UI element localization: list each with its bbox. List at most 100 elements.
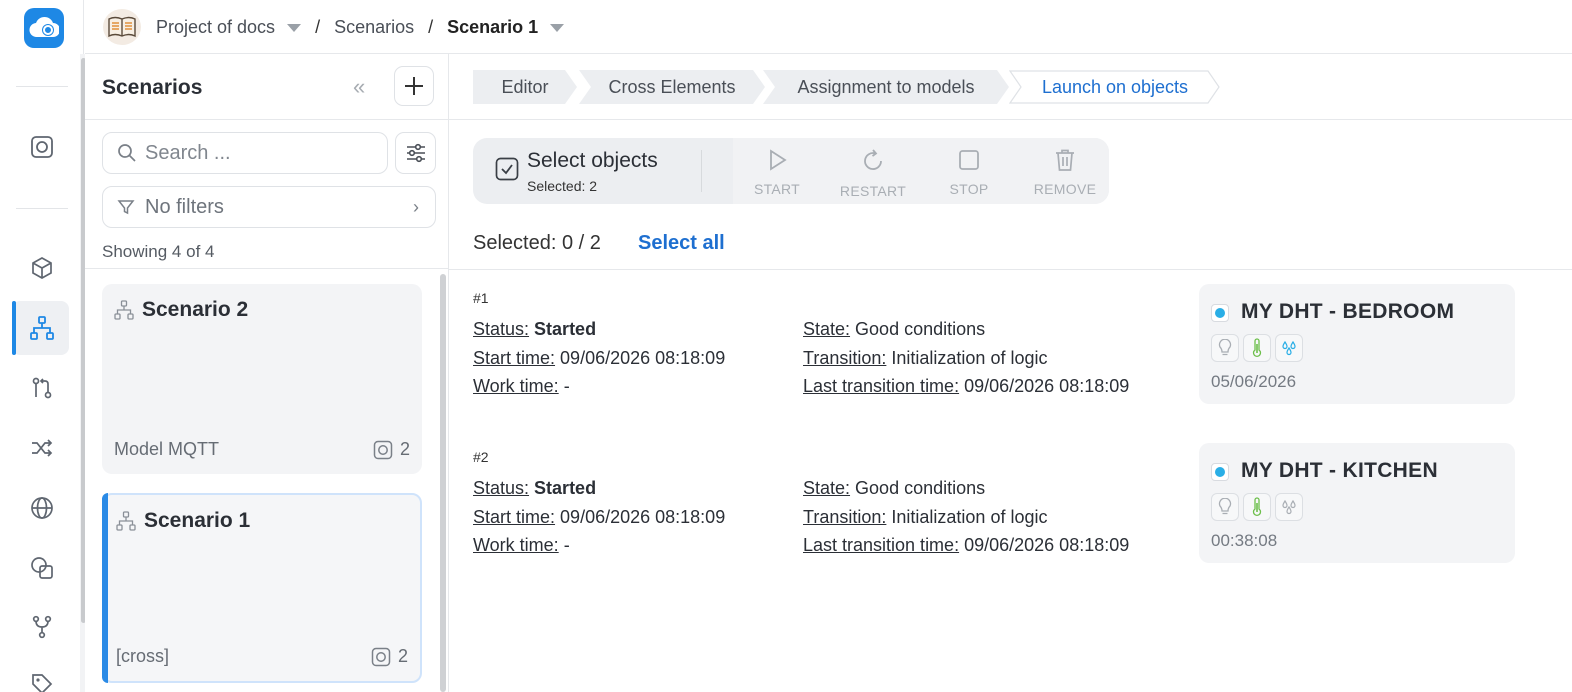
showing-count: Showing 4 of 4 [102,242,215,261]
device-name: MY DHT - KITCHEN [1241,459,1438,482]
breadcrumb-separator: / [315,17,321,37]
breadcrumb-section[interactable]: Scenarios [334,17,414,38]
selected-count: Selected: 2 [527,178,598,194]
filter-settings-button[interactable] [395,132,436,174]
select-objects-button[interactable]: Select objects [527,149,658,173]
scenario-name: Scenario 1 [144,509,251,532]
filters-dropdown[interactable]: No filters › [102,186,436,228]
drops-icon [1275,493,1303,521]
device-badges [1211,493,1303,521]
step-cross-elements[interactable]: Cross Elements [579,70,765,104]
status-dot-icon [1211,304,1229,322]
left-rail [0,0,84,692]
scenario-model: Model MQTT [114,439,220,459]
status-field: Status: Started [473,319,597,339]
count-value: 2 [399,439,410,459]
checkbox-icon[interactable] [495,157,519,181]
shuffle-icon[interactable] [22,428,62,468]
last-transition-time-field: Last transition time: 09/06/2026 08:18:0… [803,535,1130,555]
object-row[interactable]: #1 Status: Started Start time: 09/06/202… [473,284,1572,430]
divider [701,150,702,192]
start-time-field: Start time: 09/06/2026 08:18:09 [473,348,726,368]
app-logo-icon[interactable] [24,8,64,48]
cube-icon[interactable] [22,248,62,288]
thermometer-icon [1243,334,1271,362]
rail-divider [16,86,68,87]
rail-active-indicator [12,301,16,355]
globe-icon[interactable] [22,488,62,528]
top-bar: Project of docs / Scenarios / Scenario 1 [85,0,1572,54]
object-index: #1 [473,290,489,306]
object-row[interactable]: #2 Status: Started Start time: 09/06/202… [473,443,1572,589]
scenario-name: Scenario 2 [142,298,249,321]
chevron-down-icon[interactable] [550,23,565,32]
device-card[interactable]: MY DHT - BEDROOM 05/06/2026 [1199,284,1515,404]
scenario-object-count: 2 [373,439,410,460]
state-field: State: Good conditions [803,478,986,498]
drops-icon [1275,334,1303,362]
step-launch-on-objects[interactable]: Launch on objects [1009,70,1221,104]
sliders-icon [406,143,425,163]
bulb-icon [1211,493,1239,521]
collapse-panel-icon[interactable]: « [353,74,365,100]
list-scrollbar[interactable] [440,274,446,692]
add-scenario-button[interactable] [394,66,434,106]
state-field: State: Good conditions [803,319,986,339]
steps-bar: Editor Cross Elements Assignment to mode… [449,54,1572,120]
stop-button[interactable]: STOP [929,148,1009,197]
object-index: #2 [473,449,489,465]
device-timestamp: 00:38:08 [1211,531,1278,550]
device-icon [371,647,391,666]
select-all-link[interactable]: Select all [638,232,725,255]
book-icon[interactable] [103,9,141,45]
flow-icon[interactable] [22,368,62,408]
device-icon [373,440,393,459]
scenario-model: [cross] [116,646,170,666]
status-dot-icon [1211,463,1229,481]
breadcrumb-project[interactable]: Project of docs [156,17,275,38]
scenario-card[interactable]: Scenario 2 Model MQTT 2 [102,284,422,474]
search-box [102,132,388,174]
work-time-field: Work time: - [473,376,570,396]
transition-field: Transition: Initialization of logic [803,348,1048,368]
plus-icon [405,77,423,95]
search-input[interactable] [145,141,365,165]
count-value: 2 [397,646,408,666]
funnel-icon [117,200,135,215]
branch-icon[interactable] [22,607,62,647]
last-transition-time-field: Last transition time: 09/06/2026 08:18:0… [803,376,1130,396]
selection-summary: Selected: 0 / 2 [473,232,601,254]
chevron-right-icon: › [413,197,419,217]
restart-icon [864,149,882,170]
step-editor[interactable]: Editor [473,70,577,104]
hierarchy-icon[interactable] [22,308,62,348]
scenario-object-count: 2 [371,646,408,667]
action-toolbar: Select objects Selected: 2 START RESTART… [473,138,1109,204]
shapes-icon[interactable] [22,548,62,588]
filters-label: No filters [145,195,224,218]
selected-indicator [102,493,108,683]
scenarios-panel: Scenarios « No filters › Showing 4 of 4 … [85,54,449,692]
search-icon [118,144,136,162]
breadcrumb-separator: / [428,17,434,37]
hierarchy-icon [116,511,136,531]
work-time-field: Work time: - [473,535,570,555]
device-badges [1211,334,1303,362]
trash-icon [1056,149,1074,171]
breadcrumb-current: Scenario 1 [447,17,539,37]
tag-icon[interactable] [22,664,62,692]
device-card[interactable]: MY DHT - KITCHEN 00:38:08 [1199,443,1515,563]
restart-button[interactable]: RESTART [833,148,913,199]
chevron-down-icon[interactable] [287,23,302,32]
stop-icon [959,150,979,170]
remove-button[interactable]: REMOVE [1025,148,1105,197]
bulb-icon [1211,334,1239,362]
step-assignment-to-models[interactable]: Assignment to models [763,70,1009,104]
divider [449,269,1572,270]
device-icon[interactable] [22,127,62,167]
scenario-card-selected[interactable]: Scenario 1 [cross] 2 [102,493,422,683]
divider [85,268,449,269]
start-button[interactable]: START [737,148,817,197]
rail-divider [16,208,68,209]
breadcrumb: Project of docs / Scenarios / Scenario 1 [156,17,565,38]
